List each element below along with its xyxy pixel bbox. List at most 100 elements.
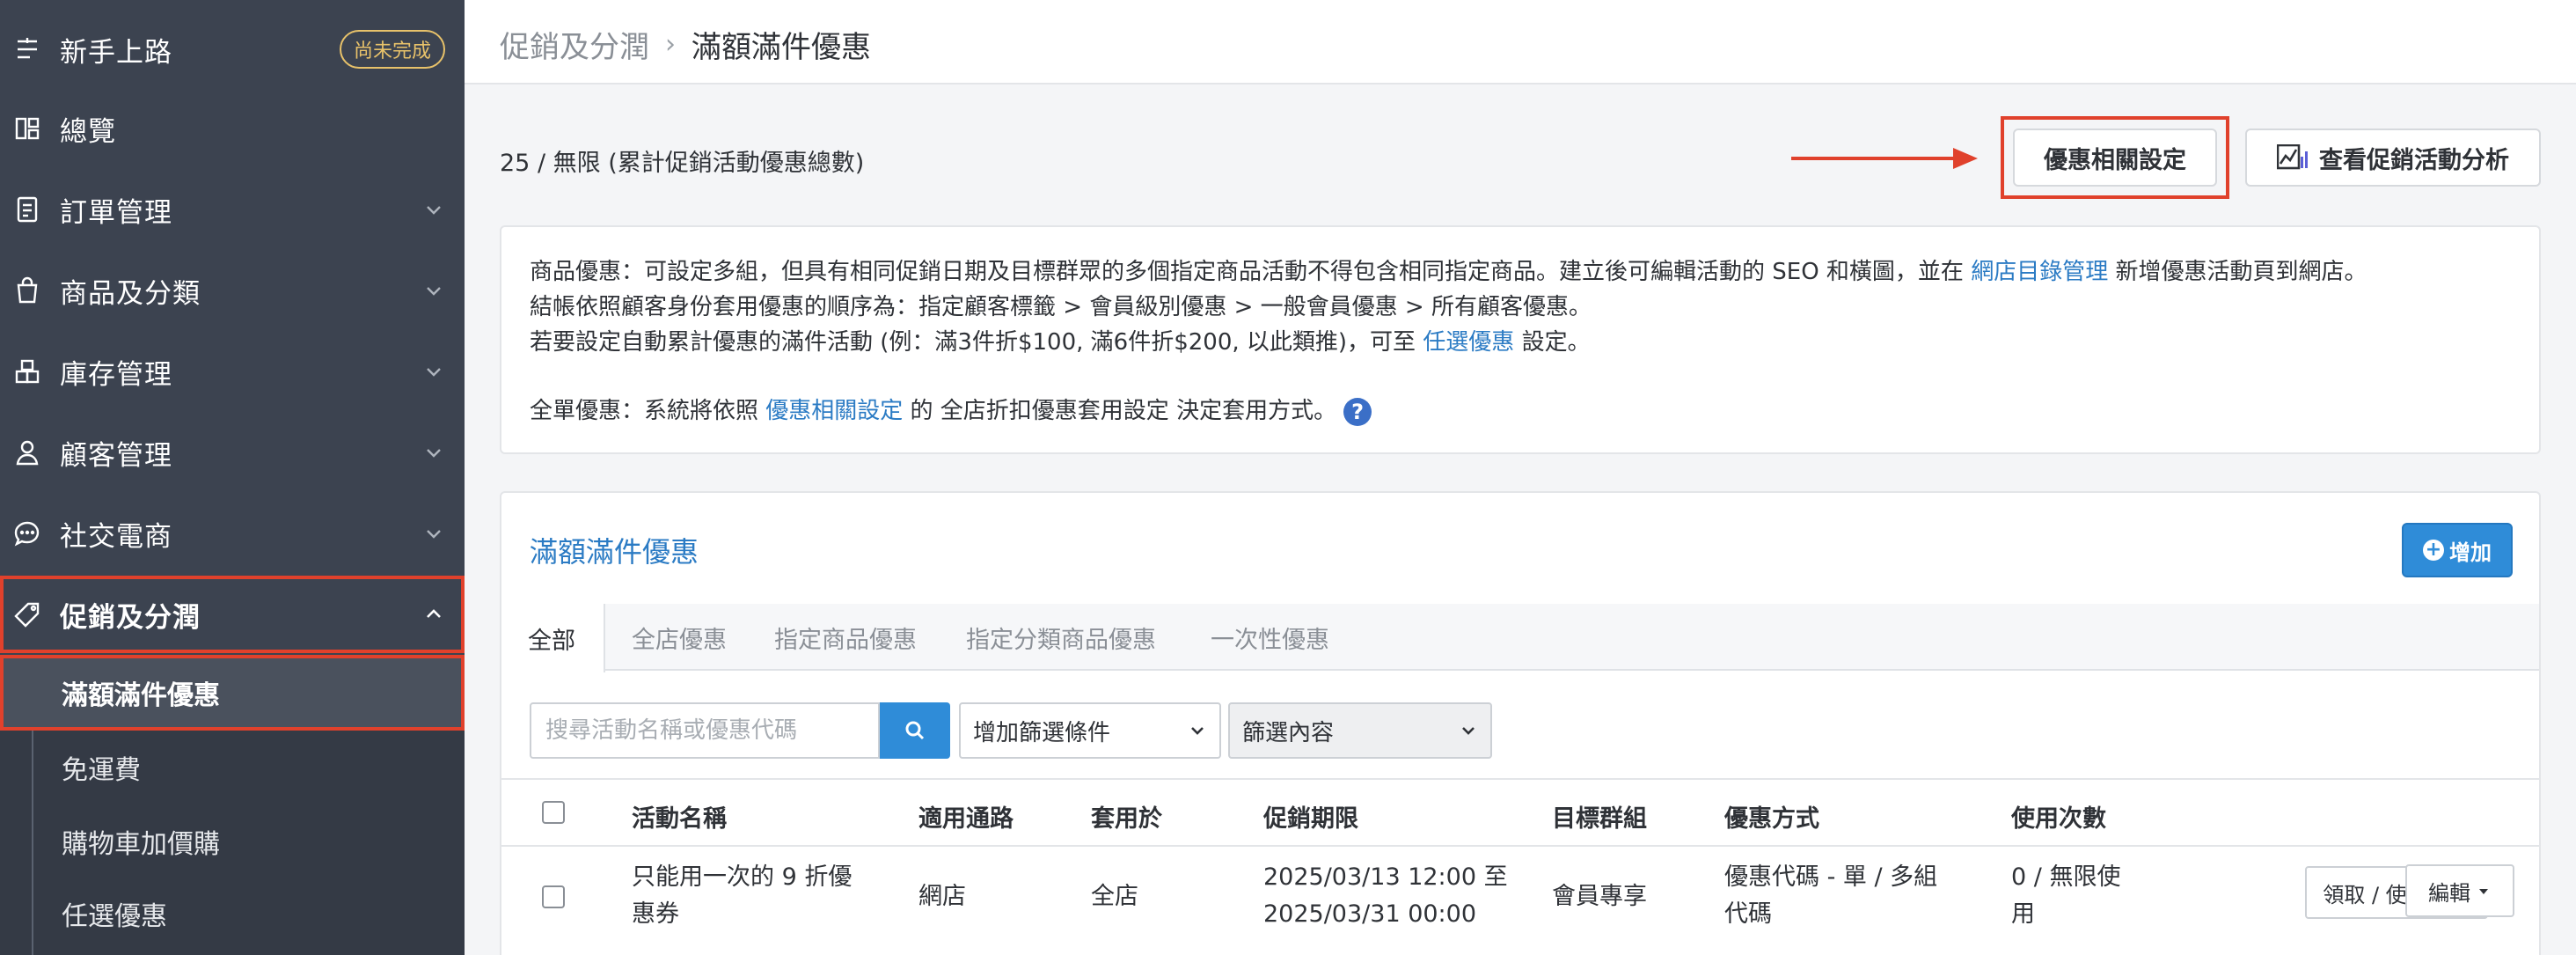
sidebar-item-label: 商品及分類 xyxy=(60,277,201,310)
sidebar-item-label: 新手上路 xyxy=(60,36,172,69)
promotion-settings-label: 優惠相關設定 xyxy=(2044,146,2186,174)
add-filter-select[interactable]: 增加篩選條件 xyxy=(959,702,1221,759)
arrow-right-icon xyxy=(1791,148,1978,169)
sidebar-item-inventory[interactable]: 庫存管理 xyxy=(0,331,465,412)
bundle-discount-link[interactable]: 任選優惠 xyxy=(1423,329,1514,356)
edit-dropdown-button[interactable]: 編輯 xyxy=(2405,864,2514,917)
info-text: 全單優惠：系統將依照 xyxy=(530,398,766,424)
user-icon xyxy=(12,437,42,467)
promotion-count: 25 / 無限 (累計促銷活動優惠總數) xyxy=(500,150,865,177)
chevron-down-icon xyxy=(422,522,445,545)
sidebar-item-overview[interactable]: 總覽 xyxy=(0,88,465,169)
page-title: 滿額滿件優惠 xyxy=(692,30,871,65)
row-checkbox[interactable] xyxy=(542,885,565,908)
promotions-panel: 滿額滿件優惠 + 增加 全部 全店優惠 指定商品優惠 指定分類商品優惠 一次性優… xyxy=(500,491,2541,955)
panel-title: 滿額滿件優惠 xyxy=(530,535,699,569)
search-input[interactable] xyxy=(530,702,880,759)
dashboard-icon xyxy=(12,114,42,143)
catalog-management-link[interactable]: 網店目錄管理 xyxy=(1971,259,2108,285)
tab-label: 全部 xyxy=(528,627,575,655)
info-line-bundle: 若要設定自動累計優惠的滿件活動 (例：滿3件折$100, 滿6件折$200, 以… xyxy=(530,324,1591,356)
cell-text: 0 / 無限使 xyxy=(2011,863,2121,891)
sidebar-item-customers[interactable]: 顧客管理 xyxy=(0,412,465,493)
sidebar-item-social[interactable]: 社交電商 xyxy=(0,493,465,574)
top-bar: 促銷及分潤 › 滿額滿件優惠 xyxy=(465,0,2576,84)
breadcrumb: 促銷及分潤 › 滿額滿件優惠 xyxy=(500,23,871,66)
sidebar-item-products[interactable]: 商品及分類 xyxy=(0,250,465,331)
view-analytics-button[interactable]: 查看促銷活動分析 xyxy=(2245,129,2541,187)
info-text: 設定。 xyxy=(1514,329,1591,356)
info-text: 商品優惠：可設定多組，但具有相同促銷日期及目標群眾的多個指定商品活動不得包含相同… xyxy=(530,259,1972,285)
breadcrumb-separator: › xyxy=(665,29,676,60)
shopping-bag-icon xyxy=(12,275,42,305)
promotion-settings-button[interactable]: 優惠相關設定 xyxy=(2013,129,2217,187)
info-text: 新增優惠活動頁到網店。 xyxy=(2108,259,2367,285)
sidebar-item-onboarding[interactable]: 新手上路 尚未完成 xyxy=(0,9,465,90)
sidebar-item-promotions[interactable]: 促銷及分潤 xyxy=(0,576,465,653)
column-header: 優惠方式 xyxy=(1724,805,1819,833)
caret-down-icon xyxy=(2479,889,2488,894)
column-header: 適用通路 xyxy=(918,805,1014,833)
tab-one-time[interactable]: 一次性優惠 xyxy=(1184,604,1356,671)
tab-specific-products[interactable]: 指定商品優惠 xyxy=(748,604,943,671)
analytics-chart-icon xyxy=(2277,144,2308,170)
promotion-name[interactable]: 只能用一次的 9 折優 惠券 xyxy=(632,859,852,933)
cell-text: 只能用一次的 9 折優 xyxy=(632,863,853,891)
select-all-checkbox[interactable] xyxy=(542,801,565,824)
info-text: 若要設定自動累計優惠的滿件活動 (例：滿3件折$100, 滿6件折$200, 以… xyxy=(530,329,1423,356)
status-badge: 尚未完成 xyxy=(339,30,445,69)
sidebar-item-orders[interactable]: 訂單管理 xyxy=(0,169,465,250)
promotion-tabs: 全部 全店優惠 指定商品優惠 指定分類商品優惠 一次性優惠 xyxy=(501,604,2539,672)
chevron-down-icon xyxy=(422,198,445,221)
info-panel: 商品優惠：可設定多組，但具有相同促銷日期及目標群眾的多個指定商品活動不得包含相同… xyxy=(500,225,2541,454)
sidebar-subitem-bundle-discount[interactable]: 任選優惠 xyxy=(0,877,465,951)
info-line-product-discount: 商品優惠：可設定多組，但具有相同促銷日期及目標群眾的多個指定商品活動不得包含相同… xyxy=(530,253,2367,286)
chat-icon xyxy=(12,518,42,548)
chevron-down-icon xyxy=(1191,727,1204,735)
sidebar-item-label: 庫存管理 xyxy=(60,358,172,391)
inventory-icon xyxy=(12,356,42,386)
sidebar-item-label: 促銷及分潤 xyxy=(60,601,201,634)
chevron-down-icon xyxy=(422,441,445,464)
sidebar-item-label: 訂單管理 xyxy=(60,196,172,229)
info-text: 的 全店折扣優惠套用設定 決定套用方式。 xyxy=(903,398,1337,424)
sidebar-subitem-label: 免運費 xyxy=(62,755,141,786)
table-row: 只能用一次的 9 折優 惠券 網店 全店 2025/03/13 12:00 至 … xyxy=(501,847,2539,949)
search-button[interactable] xyxy=(880,702,950,759)
chevron-down-icon xyxy=(422,360,445,383)
usage-count-cell: 0 / 無限使 用 xyxy=(2011,859,2120,933)
sidebar-item-label: 社交電商 xyxy=(60,520,172,553)
tab-label: 指定分類商品優惠 xyxy=(966,626,1156,654)
breadcrumb-parent-link[interactable]: 促銷及分潤 xyxy=(500,23,649,66)
column-header: 活動名稱 xyxy=(632,805,727,833)
sidebar-subitem-label: 購物車加價購 xyxy=(62,829,220,860)
tab-specific-categories[interactable]: 指定分類商品優惠 xyxy=(940,604,1182,671)
table-header: 活動名稱 適用通路 套用於 促銷期限 目標群組 優惠方式 使用次數 xyxy=(501,778,2539,847)
sidebar: 新手上路 尚未完成 總覽 訂單管理 商品及分類 庫存管理 顧客管理 社交電商 促… xyxy=(0,0,465,955)
channel-cell: 網店 xyxy=(918,883,966,910)
help-icon[interactable]: ? xyxy=(1343,397,1372,426)
add-label: 增加 xyxy=(2449,540,2492,565)
tab-storewide[interactable]: 全店優惠 xyxy=(605,604,753,671)
promotion-settings-link[interactable]: 優惠相關設定 xyxy=(765,398,903,424)
info-line-order: 結帳依照顧客身份套用優惠的順序為：指定顧客標籤 > 會員級別優惠 > 一般會員優… xyxy=(530,294,1592,320)
cell-text: 用 xyxy=(2011,900,2035,928)
tab-all[interactable]: 全部 xyxy=(501,604,605,672)
cell-text: 代碼 xyxy=(1724,900,1772,928)
tab-label: 一次性優惠 xyxy=(1211,626,1329,654)
select-value: 篩選內容 xyxy=(1242,719,1335,746)
add-promotion-button[interactable]: + 增加 xyxy=(2402,523,2513,577)
onboarding-icon xyxy=(12,34,42,64)
sidebar-subitem-threshold-discount[interactable]: 滿額滿件優惠 xyxy=(0,655,465,731)
tag-icon xyxy=(12,599,42,629)
sidebar-subitem-free-shipping[interactable]: 免運費 xyxy=(0,731,465,804)
sidebar-item-label: 總覽 xyxy=(60,115,116,148)
cell-text: 優惠代碼 - 單 / 多組 xyxy=(1724,863,1938,891)
tab-label: 指定商品優惠 xyxy=(774,626,917,654)
chevron-up-icon xyxy=(422,603,445,626)
filter-content-select[interactable]: 篩選內容 xyxy=(1228,702,1492,759)
sidebar-subitem-addon-purchase[interactable]: 購物車加價購 xyxy=(0,804,465,878)
sidebar-subitem-label: 滿額滿件優惠 xyxy=(62,680,220,711)
period-cell: 2025/03/13 12:00 至 2025/03/31 00:00 xyxy=(1263,859,1508,933)
info-line-order-discount: 全單優惠：系統將依照 優惠相關設定 的 全店折扣優惠套用設定 決定套用方式。? xyxy=(530,393,1372,426)
